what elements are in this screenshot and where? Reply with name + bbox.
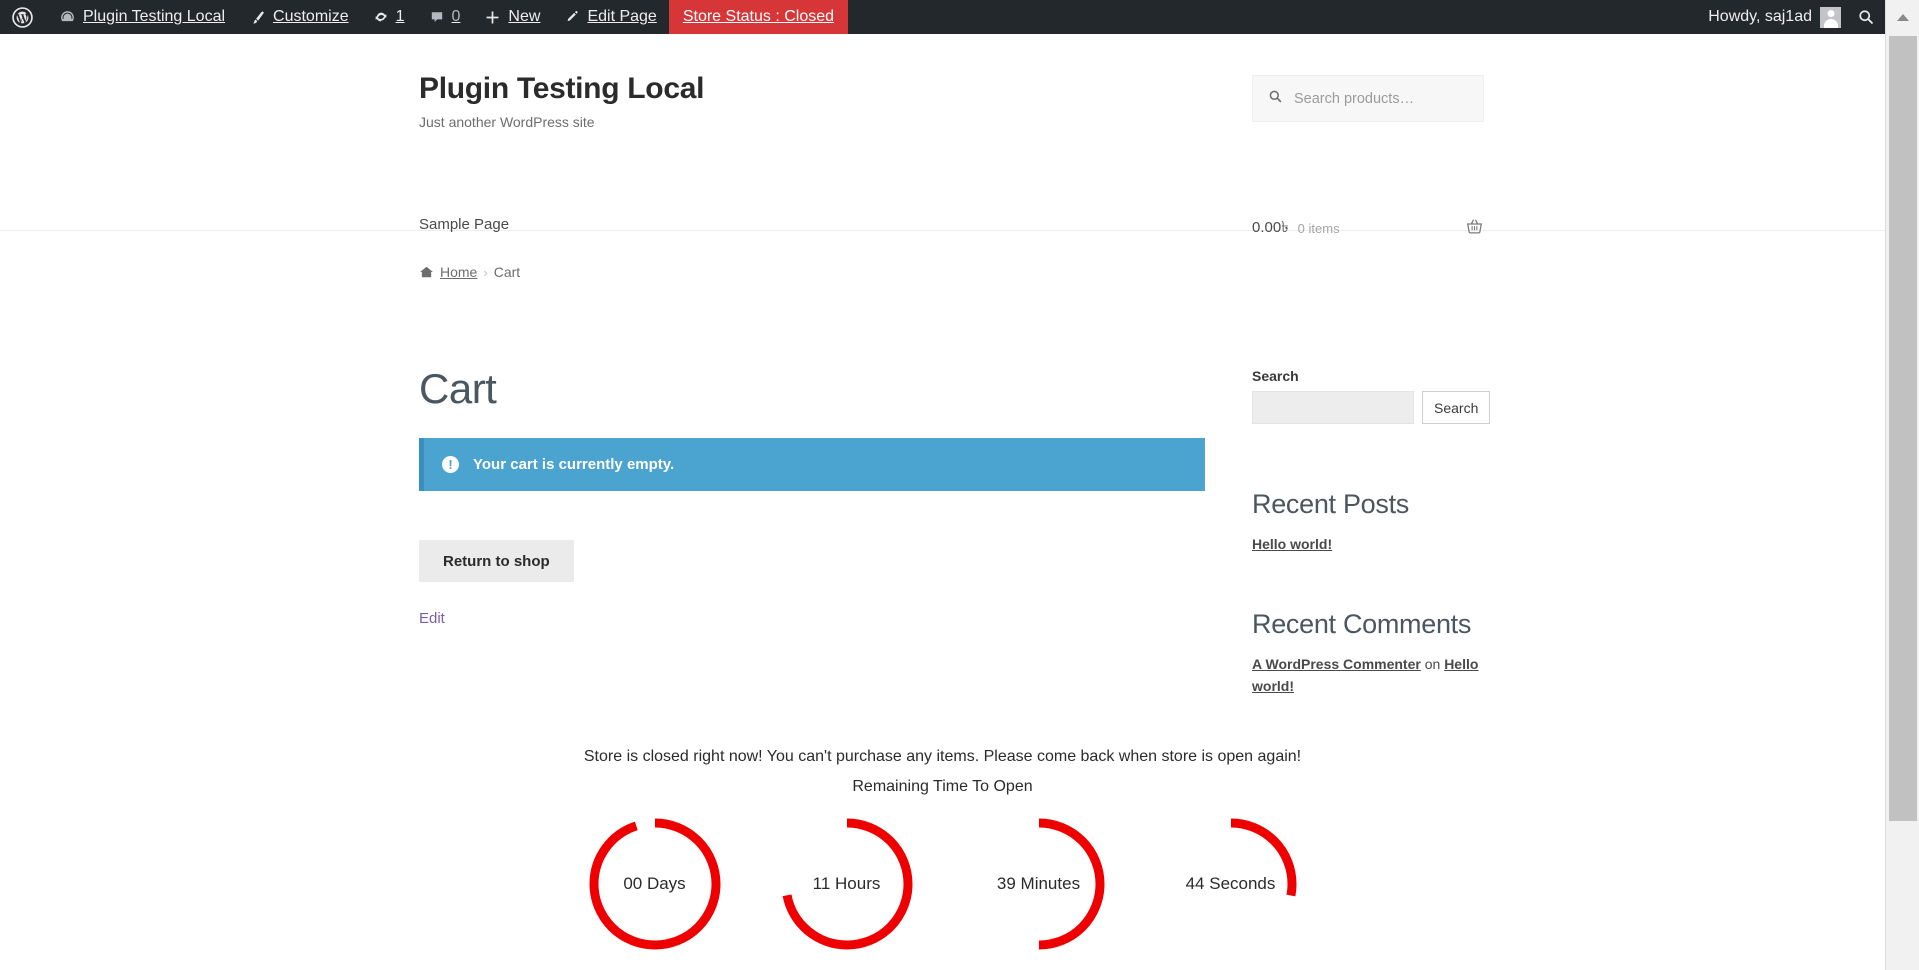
breadcrumb-home-link[interactable]: Home [440, 264, 477, 280]
product-search-input[interactable] [1292, 89, 1468, 108]
search-input[interactable] [1252, 391, 1414, 424]
shopping-basket-icon[interactable] [1465, 218, 1484, 240]
breadcrumb-current: Cart [493, 264, 521, 280]
return-to-shop-button[interactable]: Return to shop [419, 540, 574, 582]
wordpress-logo-icon [12, 6, 33, 28]
recent-comments-widget: Recent Comments A WordPress Commenter on… [1252, 608, 1488, 698]
countdown-unit-days: 00 Days [580, 809, 730, 959]
search-widget: Search Search [1252, 368, 1491, 424]
cart-total: 0.00৳ [1252, 219, 1289, 236]
product-search-form[interactable] [1252, 75, 1484, 122]
admin-bar-customize-label: Customize [273, 8, 349, 25]
page-scrollbar[interactable] [1885, 0, 1919, 970]
admin-bar-store-status[interactable]: Store Status : Closed [668, 0, 849, 34]
scrollbar-thumb[interactable] [1889, 36, 1917, 821]
admin-bar-site-name-label: Plugin Testing Local [83, 8, 226, 25]
search-icon [1268, 89, 1283, 109]
recent-comments-title: Recent Comments [1252, 609, 1472, 639]
paintbrush-icon [249, 9, 266, 26]
comment-on-text: on [1424, 656, 1441, 673]
countdown-label-minutes: 39 Minutes [996, 874, 1081, 893]
nav-sample-page[interactable]: Sample Page [419, 216, 509, 233]
admin-bar: Plugin Testing Local Customize 1 0 New E… [0, 0, 1919, 34]
comment-bubble-icon [429, 9, 445, 25]
pencil-icon [564, 9, 580, 25]
search-icon [1857, 8, 1875, 26]
dashboard-icon [59, 9, 76, 26]
countdown-heading: Remaining Time To Open [852, 778, 1033, 795]
list-item: Hello world! [1252, 534, 1488, 556]
search-widget-row: Search [1252, 391, 1491, 424]
store-status-label: Store Status : Closed [682, 8, 835, 25]
countdown-timer: 00 Days 11 Hours 39 Minutes 44 Seconds [0, 809, 1885, 959]
store-closed-section: Store is closed right now! You can't pur… [0, 745, 1885, 959]
admin-bar-updates-count: 1 [395, 8, 405, 25]
admin-bar-new-content[interactable]: New [472, 0, 552, 34]
recent-posts-list: Hello world! [1252, 534, 1488, 556]
site-tagline: Just another WordPress site [419, 114, 595, 130]
site-title[interactable]: Plugin Testing Local [419, 71, 704, 107]
admin-bar-edit-page-label: Edit Page [587, 8, 657, 25]
info-icon: ! [442, 456, 459, 473]
updates-icon [373, 9, 389, 25]
site-branding: Plugin Testing Local Just another WordPr… [419, 71, 704, 131]
countdown-unit-seconds: 44 Seconds [1156, 809, 1306, 959]
recent-post-link[interactable]: Hello world! [1252, 536, 1332, 552]
list-item: A WordPress Commenter on Hello world! [1252, 654, 1488, 697]
admin-bar-edit-page[interactable]: Edit Page [552, 0, 668, 34]
sidebar: Search Search Recent Posts Hello world! … [1252, 368, 1491, 694]
scroll-up-arrow[interactable] [1886, 0, 1919, 34]
edit-page-link[interactable]: Edit [419, 610, 445, 627]
admin-bar-site-name[interactable]: Plugin Testing Local [47, 0, 237, 34]
search-widget-label: Search [1252, 368, 1299, 384]
admin-bar-comments-count: 0 [451, 8, 461, 25]
cart-summary[interactable]: 0.00৳ 0 items [1252, 216, 1484, 241]
countdown-unit-hours: 11 Hours [772, 809, 922, 959]
countdown-label-seconds: 44 Seconds [1185, 874, 1276, 893]
howdy-label: Howdy, saj1ad [1708, 8, 1812, 25]
cart-item-count: 0 items [1297, 221, 1340, 236]
recent-comments-list: A WordPress Commenter on Hello world! [1252, 654, 1488, 697]
cart-empty-notice-text: Your cart is currently empty. [473, 456, 675, 473]
admin-bar-customize[interactable]: Customize [237, 0, 361, 34]
countdown-label-days: 00 Days [623, 874, 686, 893]
recent-posts-title: Recent Posts [1252, 489, 1409, 519]
recent-posts-widget: Recent Posts Hello world! [1252, 488, 1488, 556]
site-header: Plugin Testing Local Just another WordPr… [0, 34, 1885, 236]
page-title: Cart [419, 365, 497, 412]
countdown-unit-minutes: 39 Minutes [964, 809, 1114, 959]
avatar [1820, 6, 1841, 28]
admin-bar-search-button[interactable] [1851, 8, 1881, 26]
breadcrumb: Home › Cart [419, 264, 520, 280]
primary-navigation: Sample Page [419, 216, 509, 234]
store-closed-message: Store is closed right now! You can't pur… [583, 748, 1302, 765]
search-submit-button[interactable]: Search [1422, 391, 1491, 424]
comment-author-link[interactable]: A WordPress Commenter [1252, 656, 1421, 672]
admin-bar-comments[interactable]: 0 [417, 0, 473, 34]
wp-logo-menu-item[interactable] [0, 0, 47, 34]
breadcrumb-separator: › [483, 264, 488, 280]
home-icon [419, 265, 434, 279]
countdown-label-hours: 11 Hours [812, 874, 881, 893]
admin-bar-updates[interactable]: 1 [361, 0, 417, 34]
admin-bar-my-account[interactable]: Howdy, saj1ad [1708, 6, 1841, 28]
admin-bar-right-group: Howdy, saj1ad [1708, 0, 1885, 34]
cart-empty-notice: ! Your cart is currently empty. [419, 438, 1205, 491]
admin-bar-new-label: New [508, 8, 541, 25]
plus-icon [484, 9, 501, 26]
